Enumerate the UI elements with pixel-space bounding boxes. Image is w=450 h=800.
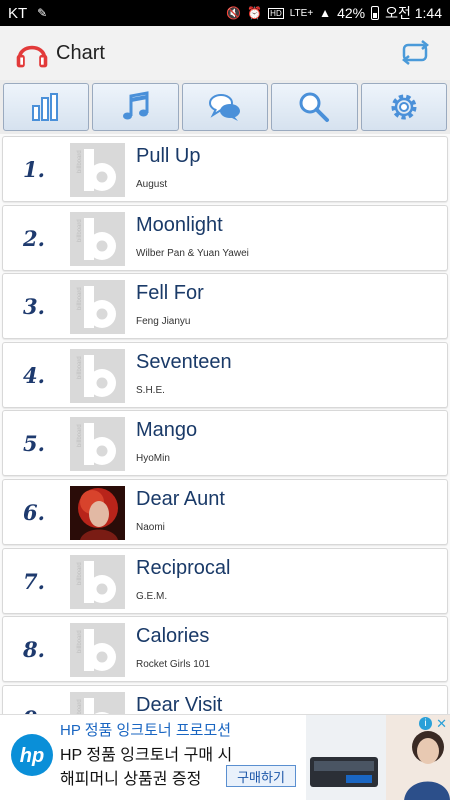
rank-number: 1. [23,157,45,182]
svg-text:billboard: billboard [77,699,83,714]
search-tab[interactable] [271,83,358,131]
chart-row[interactable]: 3. billboard Fell For Feng Jianyu [2,273,448,340]
toolbar [0,80,450,134]
rank-number: 2. [23,225,45,251]
svg-text:billboard: billboard [77,356,83,379]
chart-tab[interactable] [3,83,90,131]
svg-text:hp: hp [20,745,44,767]
search-icon [299,92,330,122]
svg-text:billboard: billboard [77,219,83,242]
artist-name: Wilber Pan & Yuan Yawei [136,247,249,259]
refresh-icon[interactable] [400,38,432,70]
chart-row[interactable]: 8. billboard Calories Rocket Girls 101 [2,616,448,683]
rank-number: 3. [23,294,45,320]
billboard-logo-icon: billboard [70,417,125,472]
svg-text:billboard: billboard [77,288,83,311]
artist-name: Rocket Girls 101 [136,659,210,671]
chart-row[interactable]: 1. billboard Pull Up August [2,136,448,202]
network-label: LTE+ [289,7,314,19]
billboard-logo-icon: billboard [70,211,125,266]
chart-row[interactable]: 5. billboard Mango HyoMin [2,410,448,477]
billboard-logo-icon: billboard [70,348,125,403]
music-tab[interactable] [92,83,179,131]
settings-tab[interactable] [360,83,448,131]
hd-icon: HD [268,7,284,19]
hp-logo-icon: hp [11,734,53,776]
artist-name: Naomi [136,522,165,533]
rank-number: 8. [23,637,45,663]
svg-text:billboard: billboard [77,562,83,585]
signal-icon: ▲ [319,6,332,20]
bar-chart-icon [32,93,59,121]
battery-percent: 42% [337,5,366,21]
ad-banner[interactable]: hp HP 정품 잉크토너 프로모션 HP 정품 잉크토너 구매 시 해피머니 … [0,714,450,800]
ad-buy-button[interactable]: 구매하기 [226,765,296,787]
notification-icon: ✎ [37,6,48,20]
svg-text:billboard: billboard [77,631,83,654]
chat-tab[interactable] [181,83,269,131]
battery-icon [371,6,380,20]
app-screen: KT ✎ 🔇 ⏰ HD LTE+ ▲ 42% 오전 1:44 Chart 1. … [0,0,450,800]
song-title: Reciprocal [136,556,231,579]
chart-list[interactable]: 1. billboard Pull Up August 2. billboard Moonl… [0,134,450,714]
chart-row[interactable]: 2. billboard Moonlight Wilber Pan & Yuan Ya… [2,204,448,271]
song-title: Moonlight [136,213,223,236]
billboard-logo-icon: billboard [70,691,125,714]
app-title: Chart [56,41,105,64]
ad-headline: HP 정품 잉크토너 프로모션 [60,722,232,739]
song-title: Calories [136,625,210,648]
music-note-icon [122,91,149,120]
status-bar: KT ✎ 🔇 ⏰ HD LTE+ ▲ 42% 오전 1:44 [0,0,450,26]
title-bar: Chart [0,26,450,80]
album-cover-photo [70,486,125,540]
billboard-logo-icon: billboard [70,143,125,197]
song-title: Mango [136,419,198,442]
song-title: Fell For [136,282,204,305]
rank-number: 6. [23,500,45,525]
chat-bubbles-icon [209,94,241,121]
ad-close-icon[interactable]: ✕ [436,716,447,732]
song-title: Dear Aunt [136,488,225,510]
rank-number: 5. [23,431,45,457]
billboard-logo-icon: billboard [70,280,125,335]
artist-name: S.H.E. [136,384,165,396]
rank-number: 7. [23,568,45,594]
alarm-icon: ⏰ [247,6,263,20]
ad-info-icon[interactable]: i [419,717,432,730]
svg-text:billboard: billboard [77,425,83,448]
billboard-logo-icon: billboard [70,623,125,678]
chart-row[interactable]: 4. billboard Seventeen S.H.E. [2,341,448,408]
gear-icon [391,94,417,120]
artist-name: August [136,179,168,190]
chart-row[interactable]: 9. billboard Dear Visit [2,684,448,714]
chart-row[interactable]: 6. Dear Aunt Naomi [2,479,448,545]
rank-number: 4. [23,362,45,388]
song-title: Dear Visit [136,693,223,714]
chart-row[interactable]: 7. billboard Reciprocal G.E.M. [2,547,448,614]
artist-name: HyoMin [136,453,170,465]
status-right: 🔇 ⏰ HD LTE+ ▲ 42% 오전 1:44 [226,3,442,23]
headphones-icon [16,45,48,68]
ad-body-line1: HP 정품 잉크토너 구매 시 [60,747,233,764]
rank-number: 9. [3,706,65,714]
billboard-logo-icon: billboard [70,554,125,609]
artist-name: Feng Jianyu [136,316,191,328]
ad-body-line2: 해피머니 상품권 증정 [60,771,202,788]
artist-name: G.E.M. [136,590,168,602]
song-title: Seventeen [136,350,232,373]
svg-text:billboard: billboard [77,150,83,173]
song-title: Pull Up [136,145,201,167]
clock: 오전 1:44 [385,5,442,21]
mute-icon: 🔇 [226,6,242,20]
carrier-label: KT [8,4,28,22]
